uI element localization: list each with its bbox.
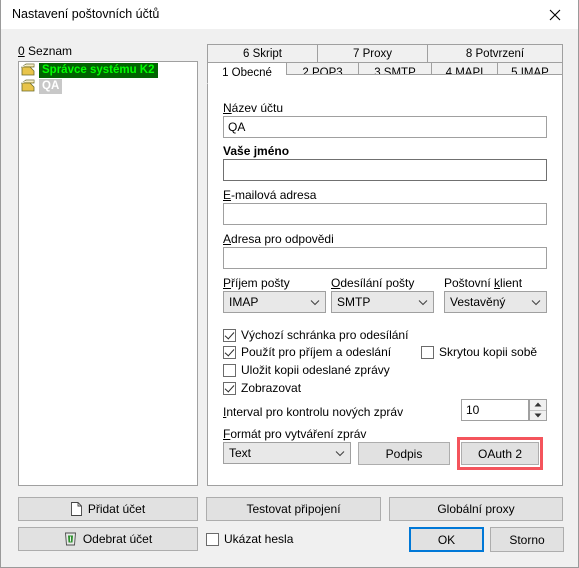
stepper-up-icon[interactable]: [530, 400, 546, 411]
add-account-label: Přidat účet: [87, 502, 146, 516]
checkbox-label: Použít pro příjem a odeslání: [241, 345, 392, 359]
close-icon[interactable]: [532, 0, 578, 30]
tab-skript[interactable]: 6 Skript: [207, 44, 317, 63]
list-item[interactable]: QA: [19, 78, 197, 94]
outgoing-accel: O: [331, 276, 341, 290]
document-icon: [70, 502, 82, 516]
folder-icon: [21, 79, 35, 92]
email-label-text: -mailová adresa: [231, 188, 317, 202]
chevron-down-icon: [330, 450, 350, 457]
outgoing-label-text: desílání pošty: [340, 276, 415, 290]
checkbox-box: [223, 345, 236, 359]
chevron-down-icon: [413, 299, 433, 306]
ok-button[interactable]: OK: [409, 527, 484, 552]
your-name-label: Vaše jméno: [223, 144, 290, 158]
checkbox-label: Výchozí schránka pro odesílání: [241, 328, 409, 342]
reply-to-accel: A: [223, 232, 232, 246]
checkbox-label: Ukázat hesla: [224, 532, 294, 546]
checkbox-label: Zobrazovat: [241, 381, 302, 395]
tab-row-secondary: 6 Skript 7 Proxy 8 Potvrzení: [207, 44, 563, 63]
checkbox-default-mailbox[interactable]: Výchozí schránka pro odesílání: [223, 328, 408, 342]
tab-obecne[interactable]: 1 Obecné: [207, 62, 286, 84]
outgoing-label: Odesílání pošty: [331, 276, 414, 290]
format-value: Text: [229, 446, 252, 460]
incoming-label-text: říjem pošty: [231, 276, 290, 290]
incoming-combo[interactable]: IMAP: [223, 291, 326, 313]
remove-account-button[interactable]: Odebrat účet: [18, 527, 198, 551]
list-label-accel: 0: [18, 44, 25, 58]
email-input[interactable]: [223, 203, 547, 225]
reply-to-input[interactable]: [223, 247, 547, 269]
reply-to-label: Adresa pro odpovědi: [223, 232, 334, 246]
checkbox-box: [206, 532, 219, 546]
checkbox-box: [223, 328, 236, 342]
trash-icon: [64, 532, 77, 546]
signature-button[interactable]: Podpis: [358, 442, 450, 465]
outgoing-value: SMTP: [337, 295, 371, 309]
checkbox-display[interactable]: Zobrazovat: [223, 381, 301, 395]
cancel-button[interactable]: Storno: [490, 527, 564, 552]
remove-account-label: Odebrat účet: [82, 532, 153, 546]
checkbox-box: [223, 363, 236, 377]
list-item-label: Správce systému K2: [39, 62, 158, 78]
incoming-value: IMAP: [229, 295, 259, 309]
mail-client-label-text: lient: [500, 276, 523, 290]
format-label-text: ormát pro vytváření zpráv: [230, 427, 367, 441]
your-name-input[interactable]: [223, 159, 547, 181]
mail-client-label: Poštovní klient: [444, 276, 522, 290]
chevron-down-icon: [305, 299, 325, 306]
checkbox-box: [223, 381, 236, 395]
interval-input[interactable]: [461, 399, 529, 421]
checkbox-use-for-send-receive[interactable]: Použít pro příjem a odeslání: [223, 345, 391, 359]
tab-potvrzeni[interactable]: 8 Potvrzení: [427, 44, 563, 63]
title-bar: Nastavení poštovních účtů: [1, 0, 578, 30]
folder-icon: [21, 63, 35, 76]
checkbox-show-passwords[interactable]: Ukázat hesla: [206, 532, 293, 546]
mail-client-value: Vestavěný: [450, 295, 506, 309]
outgoing-combo[interactable]: SMTP: [331, 291, 434, 313]
list-item[interactable]: Správce systému K2: [19, 62, 197, 78]
account-name-accel: N: [223, 101, 232, 115]
checkbox-label: Skrytou kopii sobě: [439, 345, 538, 359]
list-label-text: Seznam: [24, 44, 73, 58]
checkbox-box: [421, 345, 434, 359]
account-name-input[interactable]: [223, 116, 547, 138]
format-combo[interactable]: Text: [223, 442, 351, 464]
add-account-button[interactable]: Přidat účet: [18, 497, 198, 521]
email-accel: E: [223, 188, 232, 202]
dialog-window: Nastavení poštovních účtů 0 Seznam Správ…: [0, 0, 579, 568]
tab-proxy[interactable]: 7 Proxy: [317, 44, 427, 63]
close-glyph: [549, 9, 561, 21]
interval-label-text: nterval pro kontrolu nových zpráv: [226, 405, 404, 419]
stepper-down-icon[interactable]: [530, 411, 546, 421]
chevron-down-icon: [526, 299, 546, 306]
list-label: 0 Seznam: [18, 44, 72, 58]
oauth2-button[interactable]: OAuth 2: [461, 442, 539, 465]
interval-stepper[interactable]: [529, 399, 547, 421]
window-title: Nastavení poštovních účtů: [12, 7, 160, 21]
incoming-label: Příjem pošty: [223, 276, 290, 290]
email-label: E-mailová adresa: [223, 188, 316, 202]
test-connection-button[interactable]: Testovat připojení: [206, 497, 381, 521]
mail-client-combo[interactable]: Vestavěný: [444, 291, 547, 313]
interval-label: Interval pro kontrolu nových zpráv: [223, 405, 403, 419]
list-item-label: QA: [39, 78, 63, 94]
global-proxy-button[interactable]: Globální proxy: [389, 497, 563, 521]
account-name-label-text: ázev účtu: [231, 101, 284, 115]
checkbox-bcc-self[interactable]: Skrytou kopii sobě: [421, 345, 537, 359]
account-name-label: Název účtu: [223, 101, 283, 115]
checkbox-save-sent-copy[interactable]: Uložit kopii odeslané zprávy: [223, 363, 390, 377]
account-listbox[interactable]: Správce systému K2 QA: [18, 61, 198, 486]
incoming-accel: P: [223, 276, 232, 290]
mail-client-label-pre: Poštovní: [444, 276, 495, 290]
format-label: Formát pro vytváření zpráv: [223, 427, 366, 441]
checkbox-label: Uložit kopii odeslané zprávy: [241, 363, 390, 377]
reply-to-label-text: dresa pro odpovědi: [231, 232, 334, 246]
